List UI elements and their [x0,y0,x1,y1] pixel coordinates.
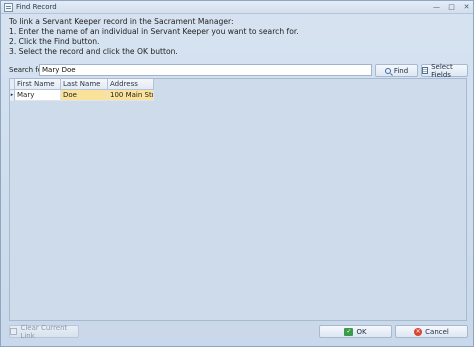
cell-first-name[interactable]: Mary [15,90,61,101]
instructions: To link a Servant Keeper record in the S… [9,17,299,57]
ok-button-label: OK [356,327,367,336]
results-grid[interactable]: First Name Last Name Address ▸ Mary Doe … [9,78,467,321]
select-fields-label: Select Fields [431,62,453,79]
column-header-address[interactable]: Address [108,79,154,90]
title-bar: Find Record — □ ✕ [1,1,473,14]
find-button[interactable]: Find [375,64,418,77]
app-window-icon [4,3,13,12]
maximize-button[interactable]: □ [446,2,457,12]
select-fields-button[interactable]: Select Fields [421,62,468,79]
magnifier-icon [384,67,391,74]
minimize-button[interactable]: — [431,2,442,12]
window-title: Find Record [16,3,57,11]
ok-check-icon: ✓ [344,327,354,336]
cell-last-name[interactable]: Doe [61,90,108,101]
fields-icon [422,67,429,74]
column-header-last-name[interactable]: Last Name [61,79,108,90]
cancel-icon: ✕ [414,327,423,336]
clear-current-link-button[interactable]: Clear Current Link [9,323,79,340]
ok-button[interactable]: ✓ OK [319,325,392,338]
cancel-button[interactable]: ✕ Cancel [395,325,468,338]
search-input[interactable] [39,64,372,76]
clear-link-label: Clear Current Link [20,323,68,340]
instruction-line: 3. Select the record and click the OK bu… [9,47,178,56]
find-record-window: Find Record — □ ✕ To link a Servant Keep… [0,0,474,347]
table-row[interactable]: ▸ Mary Doe 100 Main Stree [10,90,154,101]
column-header-first-name[interactable]: First Name [15,79,61,90]
cancel-button-label: Cancel [425,327,449,336]
find-button-label: Find [393,66,409,75]
instruction-line: 2. Click the Find button. [9,37,100,46]
clear-link-icon [10,328,18,335]
instruction-line: 1. Enter the name of an individual in Se… [9,27,299,36]
instruction-line: To link a Servant Keeper record in the S… [9,17,234,26]
close-button[interactable]: ✕ [461,2,472,12]
cell-address[interactable]: 100 Main Stree [108,90,154,101]
grid-header: First Name Last Name Address [10,79,154,90]
